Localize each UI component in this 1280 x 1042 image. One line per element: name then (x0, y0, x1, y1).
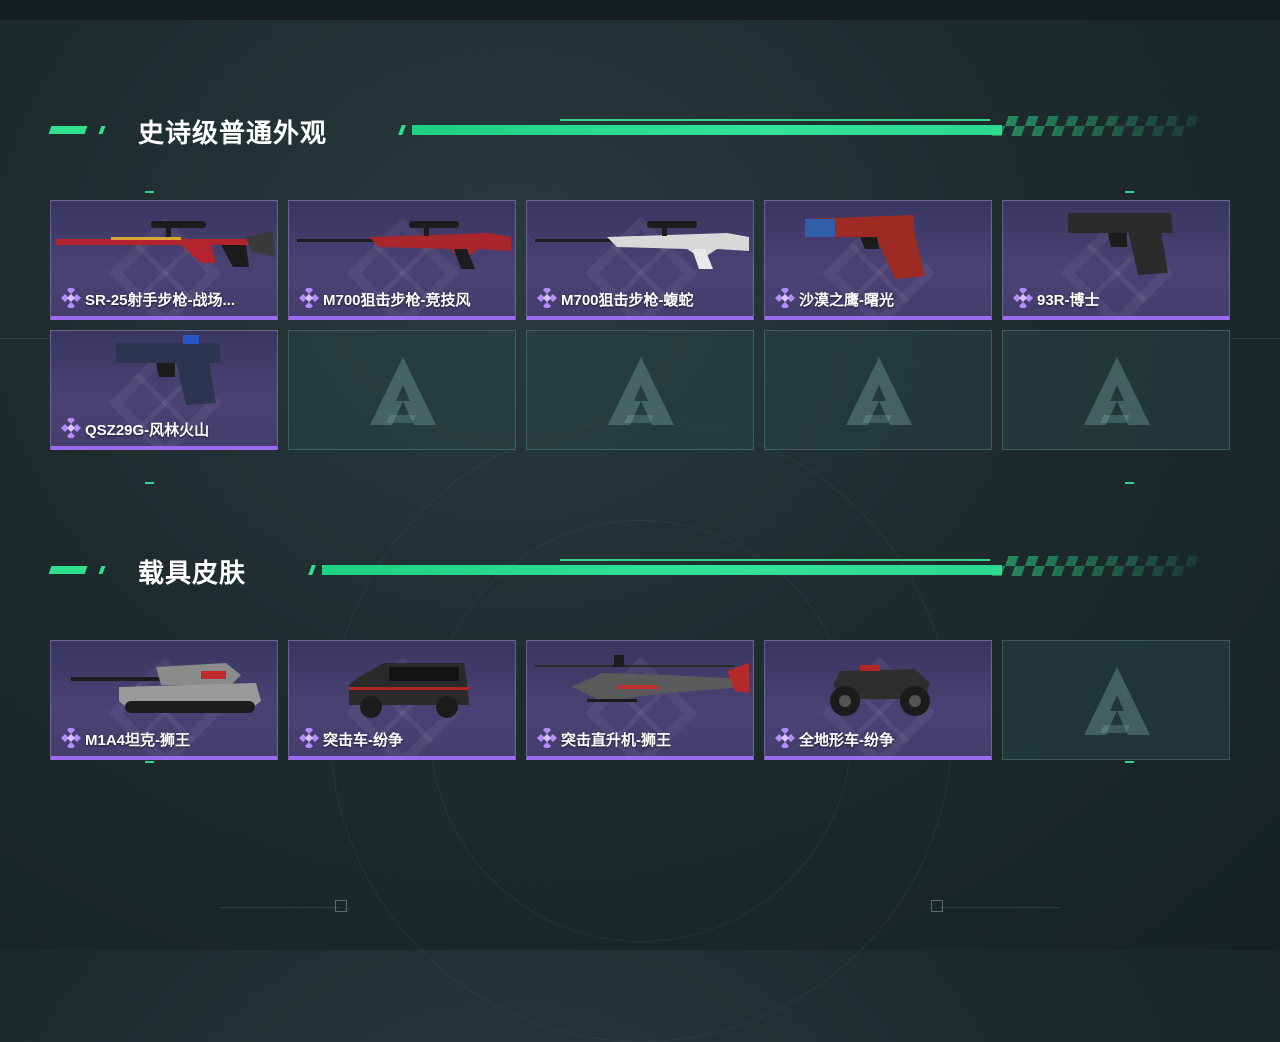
header-accent-bar (48, 126, 88, 134)
section-header-vehicle: 载具皮肤 (0, 553, 1280, 588)
skin-card[interactable]: M700狙击步枪-竞技风 (288, 200, 516, 320)
background-marker (335, 900, 347, 912)
purple-diamond-icon (61, 288, 81, 308)
skin-name: SR-25射手步枪-战场... (85, 292, 236, 309)
skin-card[interactable]: 突击直升机-狮王 (526, 640, 754, 760)
sniper-image (535, 221, 749, 269)
corner-tick (145, 482, 154, 484)
skin-name: M1A4坦克-狮王 (85, 732, 191, 749)
purple-diamond-icon (537, 288, 557, 308)
skin-name: 突击直升机-狮王 (561, 732, 671, 749)
triangle-logo-icon (1084, 667, 1150, 735)
sniper-image (297, 221, 511, 269)
skin-card[interactable]: 突击车-纷争 (288, 640, 516, 760)
section-title: 载具皮肤 (138, 558, 247, 588)
header-thin-line (560, 559, 990, 561)
header-accent-bar (98, 126, 106, 134)
corner-tick (145, 191, 154, 193)
purple-diamond-icon (1013, 288, 1033, 308)
suv-image (349, 663, 469, 718)
empty-skin-slot (288, 330, 516, 450)
skin-name: M700狙击步枪-蝮蛇 (561, 292, 694, 309)
background-line (0, 338, 50, 339)
skin-card[interactable]: 沙漠之鹰-曙光 (764, 200, 992, 320)
skin-card[interactable]: M1A4坦克-狮王 (50, 640, 278, 760)
header-checker-pattern (991, 116, 1199, 136)
empty-skin-slot (1002, 640, 1230, 760)
skin-card[interactable]: QSZ29G-风林火山 (50, 330, 278, 450)
corner-tick (145, 761, 154, 763)
rifle-image (56, 221, 275, 267)
section-title: 史诗级普通外观 (138, 118, 328, 148)
skin-card[interactable]: 全地形车-纷争 (764, 640, 992, 760)
purple-diamond-icon (299, 728, 319, 748)
purple-diamond-icon (299, 288, 319, 308)
skin-name: 沙漠之鹰-曙光 (799, 292, 894, 309)
triangle-logo-icon (1084, 357, 1150, 425)
purple-diamond-icon (775, 728, 795, 748)
header-accent-bar (98, 566, 106, 574)
background-line (1230, 338, 1280, 339)
helicopter-image (535, 655, 749, 702)
skin-name: M700狙击步枪-竞技风 (323, 292, 471, 309)
background-line (940, 907, 1060, 908)
purple-diamond-icon (61, 728, 81, 748)
purple-diamond-icon (775, 288, 795, 308)
empty-skin-slot (1002, 330, 1230, 450)
skin-card[interactable]: 93R-博士 (1002, 200, 1230, 320)
empty-skin-slot (764, 330, 992, 450)
atv-image (830, 665, 930, 716)
pistol-image (1068, 213, 1173, 275)
pistol-image (116, 335, 221, 405)
triangle-logo-icon (608, 357, 674, 425)
background-marker (931, 900, 943, 912)
purple-diamond-icon (61, 418, 81, 438)
skin-name: 全地形车-纷争 (799, 732, 894, 749)
section-header-epic: 史诗级普通外观 (0, 113, 1280, 148)
triangle-logo-icon (370, 357, 436, 425)
skin-card[interactable]: M700狙击步枪-蝮蛇 (526, 200, 754, 320)
skin-name: QSZ29G-风林火山 (85, 422, 210, 439)
skin-name: 93R-博士 (1037, 292, 1100, 309)
triangle-logo-icon (846, 357, 912, 425)
skin-name: 突击车-纷争 (323, 732, 403, 749)
header-thin-line (560, 119, 990, 121)
empty-skin-slot (526, 330, 754, 450)
header-stripe (322, 565, 1002, 575)
top-bar (0, 0, 1280, 20)
header-stripe (412, 125, 1002, 135)
purple-diamond-icon (537, 728, 557, 748)
header-checker-pattern (991, 556, 1199, 576)
tank-image (71, 663, 261, 713)
corner-tick (1125, 761, 1134, 763)
background-line (220, 907, 340, 908)
corner-tick (1125, 191, 1134, 193)
corner-tick (1125, 482, 1134, 484)
skin-card[interactable]: SR-25射手步枪-战场... (50, 200, 278, 320)
pistol-large-image (805, 215, 925, 279)
header-tick (308, 565, 316, 575)
header-accent-bar (48, 566, 88, 574)
header-tick (398, 125, 406, 135)
